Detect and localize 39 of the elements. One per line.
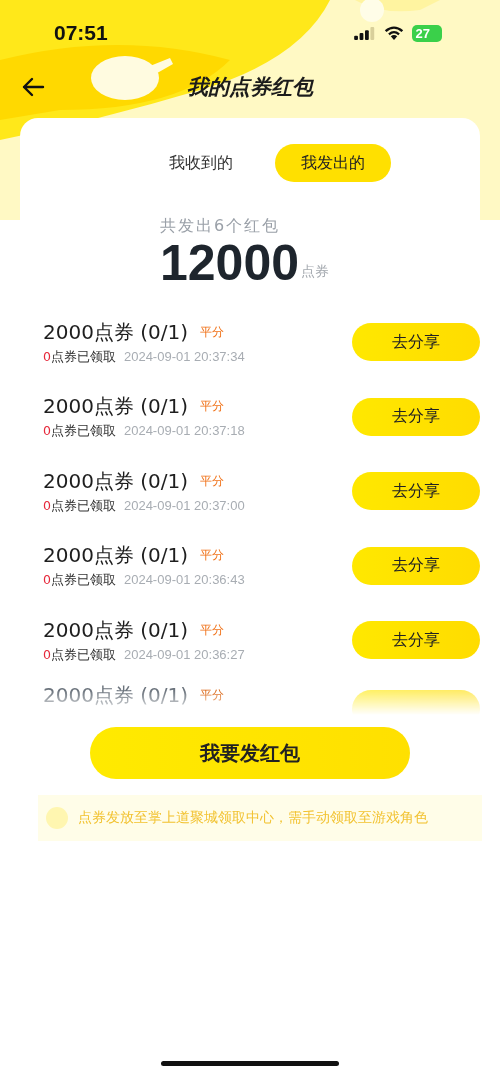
split-tag: 平分 — [200, 621, 225, 639]
split-tag: 平分 — [200, 547, 225, 565]
claimed-text: 0点券已领取 — [43, 572, 116, 590]
packet-time: 2024-09-01 20:37:34 — [123, 348, 245, 366]
packet-title: 2000点券 (0/1) — [43, 393, 189, 421]
packet-title: 2000点券 (0/1) — [43, 616, 189, 644]
total-amount: 12000 — [160, 237, 300, 289]
split-tag: 平分 — [200, 398, 225, 416]
status-time: 07:51 — [54, 21, 108, 45]
claimed-text: 0点券已领取 — [43, 348, 116, 366]
share-button[interactable]: 去分享 — [352, 621, 480, 660]
packet-title: 2000点券 (0/1) — [43, 318, 189, 346]
packet-time: 2024-09-01 20:37:00 — [123, 497, 245, 515]
tab[interactable]: 我发出的 — [275, 144, 391, 182]
packet-title: 2000点券 (0/1) — [43, 467, 189, 495]
split-tag: 平分 — [200, 472, 225, 490]
back-arrow-icon[interactable] — [21, 77, 45, 97]
packet-time: 2024-09-01 20:37:18 — [123, 423, 245, 441]
summary-caption: 共发出6个红包 — [160, 216, 281, 237]
notice-text: 点券发放至掌上道聚城领取中心，需手动领取至游戏角色 — [78, 809, 428, 827]
send-packet-button[interactable]: 我要发红包 — [90, 727, 410, 779]
wifi-icon — [383, 26, 404, 40]
split-tag: 平分 — [200, 323, 225, 341]
claimed-text: 0点券已领取 — [43, 423, 116, 441]
notice-icon — [46, 807, 68, 829]
claimed-text: 0点券已领取 — [43, 646, 116, 664]
packet-time: 2024-09-01 20:36:43 — [123, 572, 245, 590]
split-tag: 平分 — [200, 686, 225, 704]
packet-title: 2000点券 (0/1) — [43, 542, 189, 570]
packet-title: 2000点券 (0/1) — [43, 681, 189, 709]
share-button[interactable]: 去分享 — [352, 546, 480, 585]
tab[interactable]: 我收到的 — [149, 144, 253, 182]
amount-unit: 点券 — [301, 263, 330, 281]
packet-time: 2024-09-01 20:36:27 — [123, 646, 245, 664]
share-button[interactable]: 去分享 — [352, 472, 480, 511]
share-button[interactable]: 去分享 — [352, 397, 480, 436]
share-button[interactable]: 去分享 — [352, 323, 480, 362]
signal-icon — [353, 26, 376, 40]
claimed-text: 0点券已领取 — [43, 497, 116, 515]
